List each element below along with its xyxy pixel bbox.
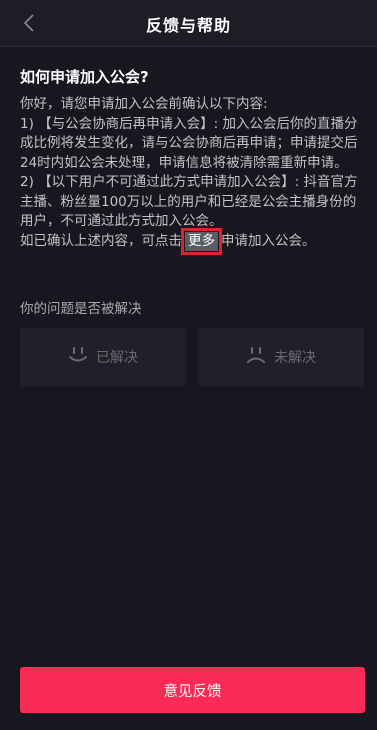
answer-body: 你好，请您申请加入公会前确认以下内容: 1) 【与公会协商后再申请入会】: 加入…	[20, 95, 365, 255]
feedback-button[interactable]: 意见反馈	[20, 667, 365, 713]
help-screen: 反馈与帮助 如何申请加入公会? 你好，请您申请加入公会前确认以下内容: 1) 【…	[0, 0, 377, 730]
unsolved-button[interactable]: 未解决	[198, 328, 364, 386]
solved-label: 已解决	[96, 350, 138, 366]
question-title: 如何申请加入公会?	[20, 68, 149, 86]
final-prefix: 如已确认上述内容，可点击	[20, 232, 182, 249]
unsolved-label: 未解决	[274, 350, 316, 366]
solved-button[interactable]: 已解决	[20, 328, 186, 386]
answer-final-line: 如已确认上述内容，可点击 更多 申请加入公会。	[20, 227, 365, 255]
smile-face-icon	[68, 346, 88, 368]
final-suffix: 申请加入公会。	[221, 232, 316, 249]
more-link[interactable]: 更多	[181, 227, 222, 255]
sad-face-icon	[246, 346, 266, 368]
page-title: 反馈与帮助	[145, 16, 231, 35]
answer-paragraph: 2) 【以下用户不可通过此方式申请加入公会】: 抖音官方主播、粉丝量100万以上…	[20, 174, 358, 229]
answer-paragraph: 1) 【与公会协商后再申请入会】: 加入公会后你的直播分成比例将发生变化，请与公…	[20, 115, 358, 171]
answer-paragraph: 你好，请您申请加入公会前确认以下内容:	[20, 96, 268, 112]
resolve-question: 你的问题是否被解决	[20, 301, 142, 317]
top-bar: 反馈与帮助	[0, 0, 377, 47]
